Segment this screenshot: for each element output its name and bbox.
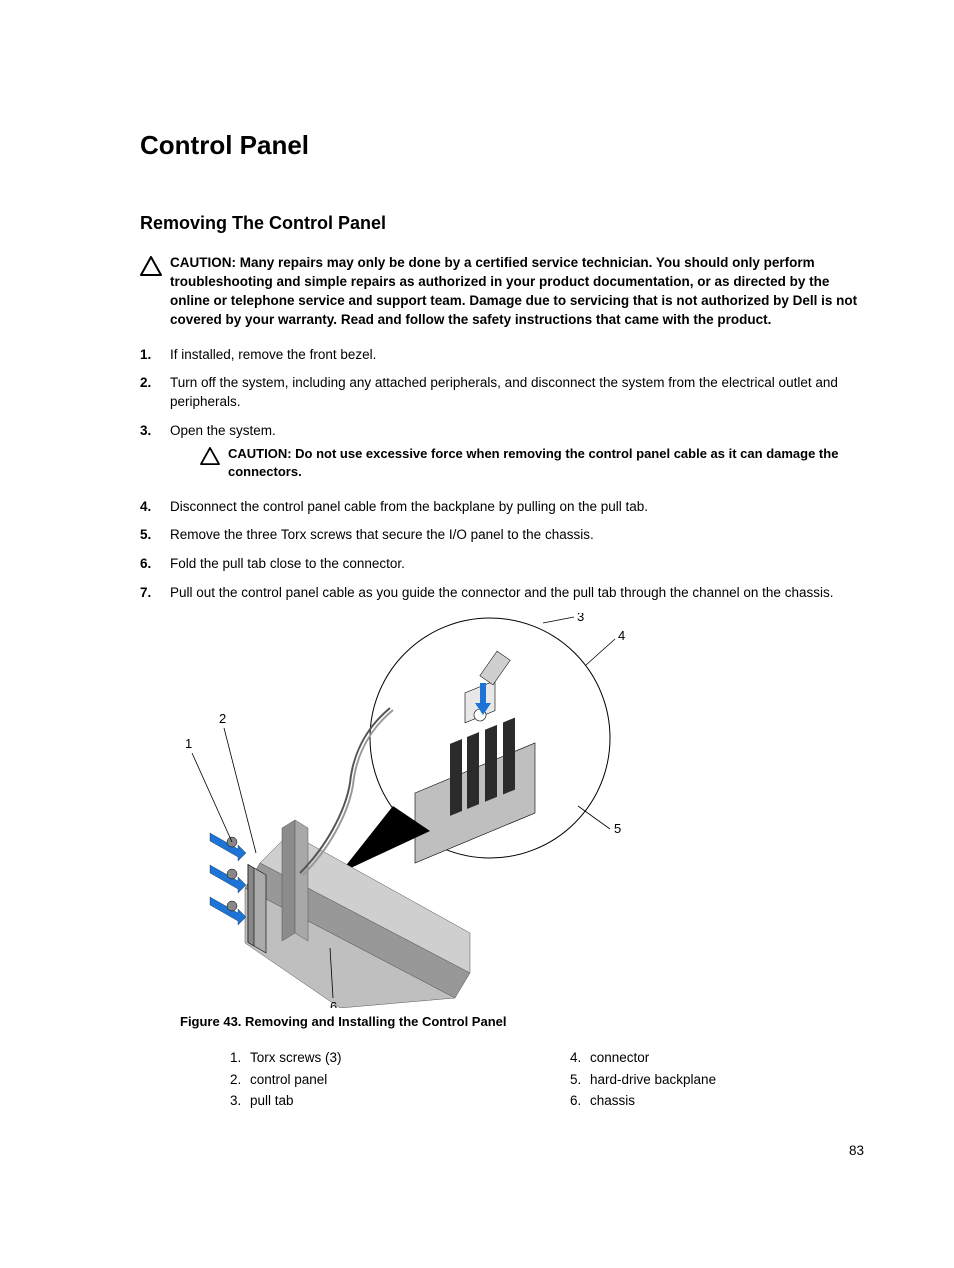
callout-2: 2 xyxy=(219,711,226,726)
figure-caption: Figure 43. Removing and Installing the C… xyxy=(180,1014,864,1029)
figure-container: 3 4 5 xyxy=(180,613,864,1112)
callout-3: 3 xyxy=(577,613,584,624)
steps-list: If installed, remove the front bezel. Tu… xyxy=(140,346,864,604)
caution-icon xyxy=(140,256,162,281)
legend-item-2: control panel xyxy=(230,1069,570,1091)
step-6: Fold the pull tab close to the connector… xyxy=(140,555,864,574)
callout-1: 1 xyxy=(185,736,192,751)
page-number: 83 xyxy=(849,1143,864,1158)
step-7: Pull out the control panel cable as you … xyxy=(140,584,864,603)
step-1: If installed, remove the front bezel. xyxy=(140,346,864,365)
callout-4: 4 xyxy=(618,628,625,643)
step-3: Open the system. CAUTION: Do not use exc… xyxy=(140,422,864,481)
callout-6: 6 xyxy=(330,999,337,1008)
caution-block-main: CAUTION: Many repairs may only be done b… xyxy=(140,254,864,330)
legend-item-5: hard-drive backplane xyxy=(570,1069,864,1091)
step-2: Turn off the system, including any attac… xyxy=(140,374,864,412)
step-5: Remove the three Torx screws that secure… xyxy=(140,526,864,545)
step-4: Disconnect the control panel cable from … xyxy=(140,498,864,517)
legend-item-6: chassis xyxy=(570,1090,864,1112)
figure-legend: Torx screws (3) control panel pull tab c… xyxy=(230,1047,864,1112)
step-3-text: Open the system. xyxy=(170,423,276,438)
legend-item-4: connector xyxy=(570,1047,864,1069)
legend-item-3: pull tab xyxy=(230,1090,570,1112)
figure-image: 3 4 5 xyxy=(180,613,640,1008)
callout-5: 5 xyxy=(614,821,621,836)
legend-item-1: Torx screws (3) xyxy=(230,1047,570,1069)
caution-icon xyxy=(200,447,220,471)
section-title: Control Panel xyxy=(140,130,864,161)
caution-text-main: CAUTION: Many repairs may only be done b… xyxy=(170,254,864,330)
caution-text-step3: CAUTION: Do not use excessive force when… xyxy=(228,445,864,481)
subsection-title: Removing The Control Panel xyxy=(140,213,864,234)
caution-block-step3: CAUTION: Do not use excessive force when… xyxy=(200,445,864,481)
